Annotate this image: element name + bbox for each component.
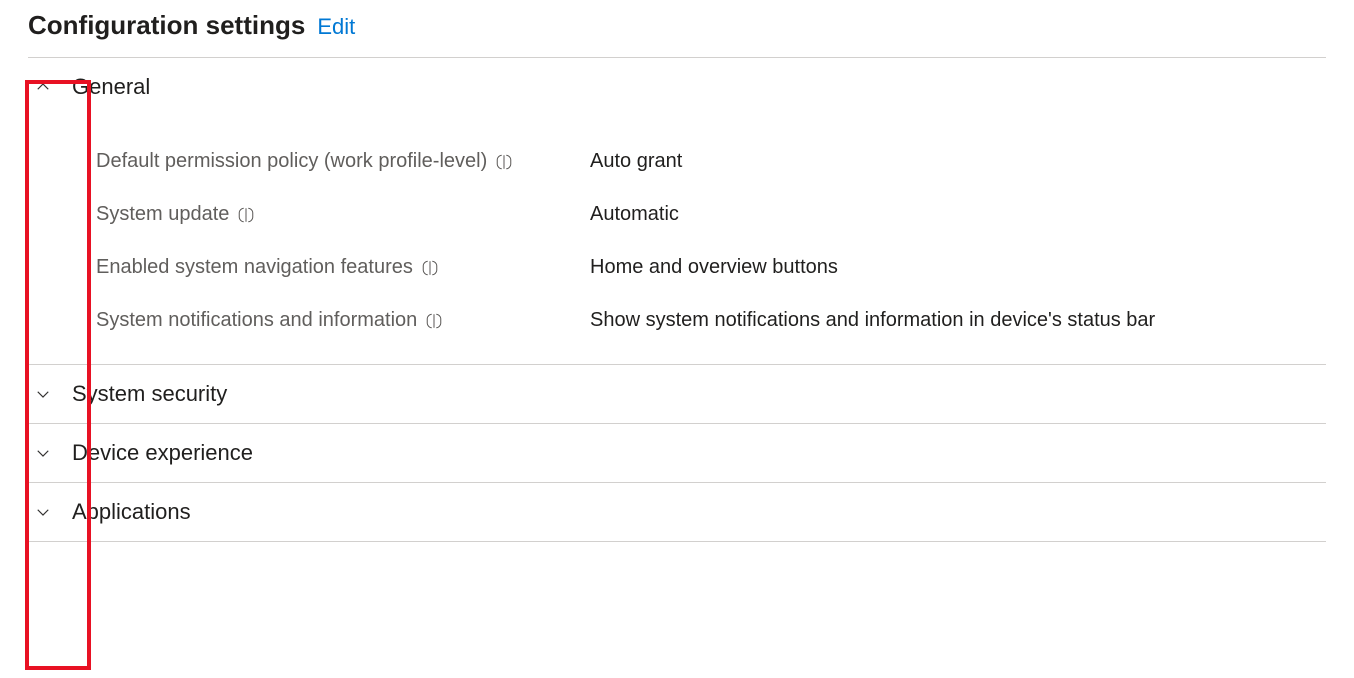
section-device-experience: Device experience bbox=[28, 424, 1326, 482]
chevron-down-icon bbox=[28, 385, 58, 403]
setting-value: Home and overview buttons bbox=[590, 252, 1326, 283]
chevron-down-icon bbox=[28, 444, 58, 462]
section-applications-header[interactable]: Applications bbox=[28, 483, 1326, 541]
page-title: Configuration settings bbox=[28, 10, 305, 41]
info-icon[interactable] bbox=[421, 259, 439, 277]
section-applications: Applications bbox=[28, 483, 1326, 541]
setting-row: System notifications and information Sho… bbox=[96, 305, 1326, 336]
info-icon[interactable] bbox=[425, 312, 443, 330]
setting-label: Enabled system navigation features bbox=[96, 252, 590, 283]
edit-link[interactable]: Edit bbox=[317, 14, 355, 40]
setting-row: System update Automatic bbox=[96, 199, 1326, 230]
setting-label: System notifications and information bbox=[96, 305, 590, 336]
page-header: Configuration settings Edit bbox=[28, 10, 1326, 41]
setting-value: Automatic bbox=[590, 199, 1326, 230]
section-system-security: System security bbox=[28, 365, 1326, 423]
section-title-system-security: System security bbox=[72, 381, 227, 407]
info-icon[interactable] bbox=[237, 206, 255, 224]
section-title-applications: Applications bbox=[72, 499, 191, 525]
setting-value: Show system notifications and informatio… bbox=[590, 305, 1326, 336]
section-title-general: General bbox=[72, 74, 150, 100]
chevron-down-icon bbox=[28, 503, 58, 521]
info-icon[interactable] bbox=[495, 153, 513, 171]
setting-value: Auto grant bbox=[590, 146, 1326, 177]
section-title-device-experience: Device experience bbox=[72, 440, 253, 466]
section-system-security-header[interactable]: System security bbox=[28, 365, 1326, 423]
setting-row: Enabled system navigation features Home … bbox=[96, 252, 1326, 283]
divider bbox=[28, 541, 1326, 542]
setting-label: Default permission policy (work profile-… bbox=[96, 146, 590, 177]
chevron-up-icon bbox=[28, 78, 58, 96]
setting-row: Default permission policy (work profile-… bbox=[96, 146, 1326, 177]
setting-label: System update bbox=[96, 199, 590, 230]
section-device-experience-header[interactable]: Device experience bbox=[28, 424, 1326, 482]
section-general-body: Default permission policy (work profile-… bbox=[28, 116, 1326, 364]
section-general-header[interactable]: General bbox=[28, 58, 1326, 116]
section-general: General Default permission policy (work … bbox=[28, 58, 1326, 364]
